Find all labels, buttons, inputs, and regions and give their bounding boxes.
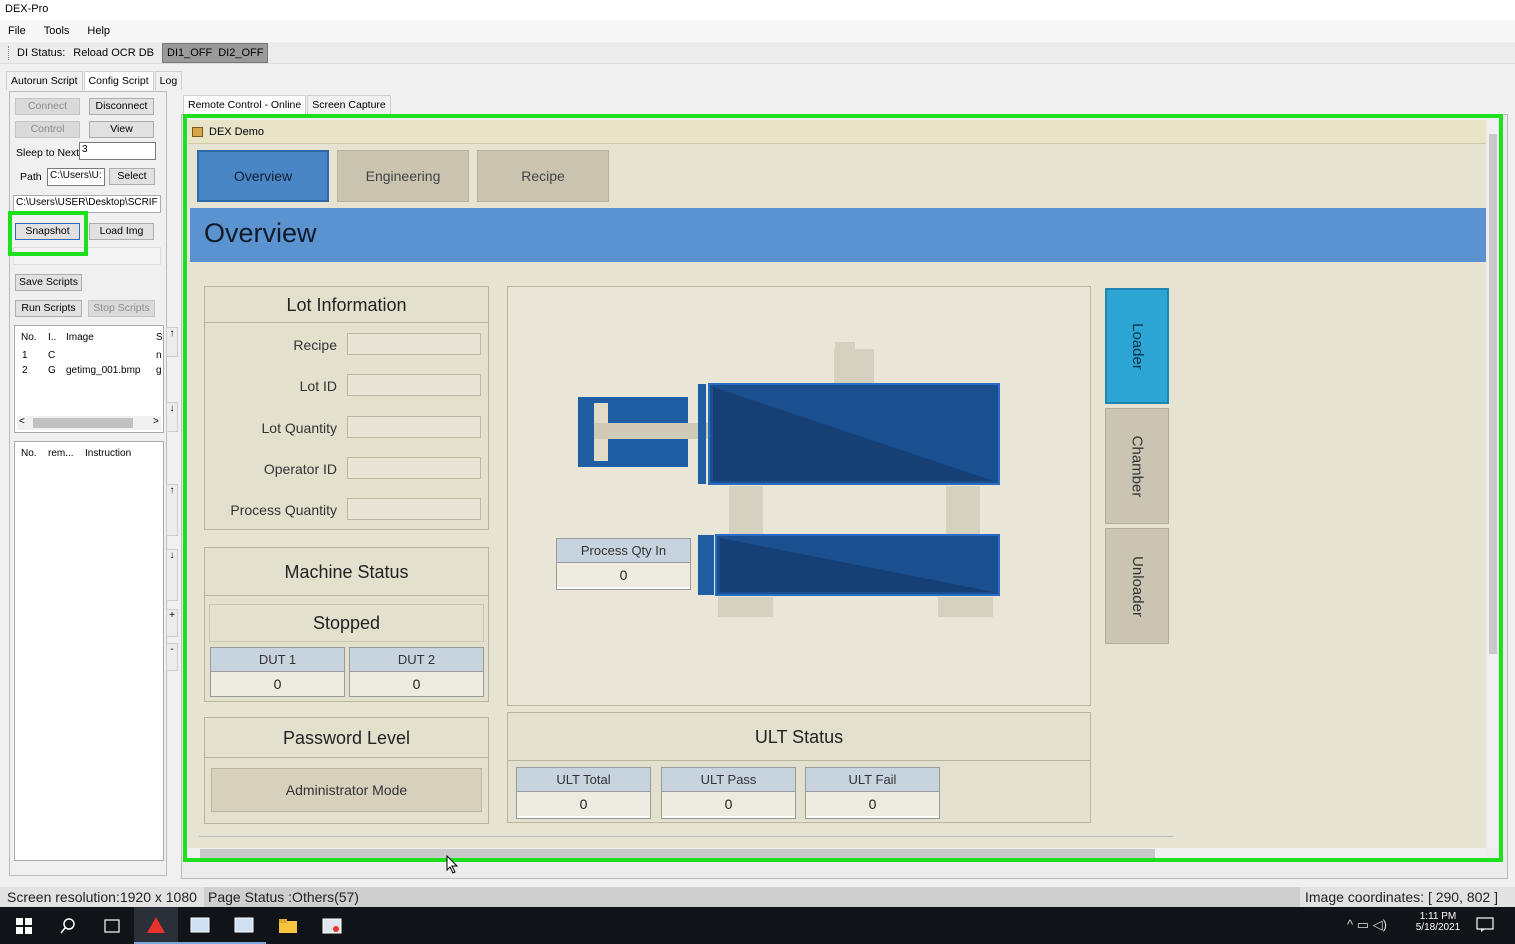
scroll-thumb[interactable]	[33, 418, 133, 428]
reload-ocr-db-button[interactable]: Reload OCR DB	[73, 47, 154, 59]
horizontal-scrollbar[interactable]: < >	[17, 416, 161, 430]
mouse-cursor-icon	[446, 855, 458, 874]
menu-tools[interactable]: Tools	[44, 25, 70, 37]
search-icon[interactable]	[46, 907, 90, 944]
di-indicator: DI1_OFF DI2_OFF	[162, 42, 269, 63]
screen-resolution: Screen resolution:1920 x 1080	[7, 889, 197, 905]
snapshot-highlight	[8, 211, 88, 256]
scroll-right-icon[interactable]: >	[153, 416, 159, 427]
taskbar: ^ ▭ ◁) 1:11 PM 5/18/2021	[0, 907, 1515, 944]
remove-instruction-button[interactable]: -	[166, 643, 178, 671]
control-button[interactable]: Control	[15, 121, 80, 138]
move-down-button[interactable]: ↓	[166, 402, 178, 432]
remote-tabs: Remote Control - Online Screen Capture	[183, 95, 392, 114]
row2-no[interactable]: 2	[22, 365, 28, 376]
tab-screen-capture[interactable]: Screen Capture	[307, 95, 391, 114]
row1-s[interactable]: n	[156, 350, 162, 361]
remote-app-icon[interactable]	[310, 907, 354, 944]
view-button[interactable]: View	[89, 121, 154, 138]
window-title: DEX-Pro	[0, 0, 1515, 20]
row2-i[interactable]: G	[48, 365, 56, 376]
windows-start-icon[interactable]	[2, 907, 46, 944]
status-bar: Screen resolution:1920 x 1080 Page Statu…	[0, 887, 1515, 907]
select-button[interactable]: Select	[109, 168, 155, 185]
page-status: Page Status :Others(57)	[204, 887, 1300, 907]
di2-status: DI2_OFF	[218, 46, 264, 59]
row1-no[interactable]: 1	[22, 350, 28, 361]
tab-remote-control[interactable]: Remote Control - Online	[183, 95, 307, 114]
menu-bar: File Tools Help	[0, 20, 1515, 42]
instr-up-button[interactable]: ↑	[166, 484, 178, 536]
toolbar: DI Status: Reload OCR DB DI1_OFF DI2_OFF	[0, 42, 1515, 64]
toolbar-grip	[8, 45, 9, 60]
disconnect-button[interactable]: Disconnect	[89, 98, 154, 115]
clock-date: 5/18/2021	[1415, 922, 1461, 933]
system-tray-icons[interactable]: ^ ▭ ◁)	[1347, 917, 1387, 933]
di1-status: DI1_OFF	[167, 46, 213, 59]
col-image: Image	[66, 332, 94, 343]
col-no: No.	[21, 332, 37, 343]
instr-down-button[interactable]: ↓	[166, 549, 178, 601]
row2-image[interactable]: getimg_001.bmp	[66, 365, 141, 376]
clock[interactable]: 1:11 PM 5/18/2021	[1412, 911, 1464, 933]
menu-file[interactable]: File	[8, 25, 26, 37]
col-s: S	[156, 332, 163, 343]
stop-scripts-button[interactable]: Stop Scripts	[88, 300, 155, 317]
tab-autorun-script[interactable]: Autorun Script	[6, 71, 83, 90]
col-rem: rem...	[48, 448, 74, 459]
tab-log[interactable]: Log	[154, 71, 183, 90]
instruction-list[interactable]: No. rem... Instruction	[14, 441, 164, 861]
sleep-input[interactable]: 3	[79, 142, 156, 160]
load-img-button[interactable]: Load Img	[89, 223, 154, 240]
config-script-panel: Connect Disconnect Control View Sleep to…	[9, 91, 178, 876]
col-instruction: Instruction	[85, 448, 132, 459]
capture-highlight	[183, 114, 1503, 862]
notification-icon[interactable]	[1476, 917, 1494, 936]
tab-config-script[interactable]: Config Script	[83, 71, 154, 90]
row2-s[interactable]: g	[156, 365, 162, 376]
left-tabs: Autorun Script Config Script Log	[6, 71, 183, 90]
save-scripts-button[interactable]: Save Scripts	[15, 274, 82, 291]
file-explorer-icon[interactable]	[266, 907, 310, 944]
add-instruction-button[interactable]: +	[166, 609, 178, 637]
script-list[interactable]: No. I.. Image S 1 C n 2 G getimg_001.bmp…	[14, 325, 164, 433]
path-label: Path	[20, 171, 42, 183]
sleep-label: Sleep to Next	[16, 147, 80, 159]
image-coordinates: Image coordinates: [ 290, 802 ]	[1304, 889, 1498, 905]
scroll-left-icon[interactable]: <	[19, 416, 25, 427]
app-window-icon-2[interactable]	[222, 907, 266, 944]
app-window-icon[interactable]	[178, 907, 222, 944]
clock-time: 1:11 PM	[1419, 911, 1457, 922]
col-no: No.	[21, 448, 37, 459]
di-status-label: DI Status:	[17, 46, 66, 59]
move-up-button[interactable]: ↑	[166, 327, 178, 357]
dex-pro-app-icon[interactable]	[134, 907, 178, 944]
connect-button[interactable]: Connect	[15, 98, 80, 115]
path-input[interactable]: C:\Users\U:	[47, 168, 105, 186]
col-i: I..	[48, 332, 57, 343]
menu-help[interactable]: Help	[87, 25, 110, 37]
run-scripts-button[interactable]: Run Scripts	[15, 300, 82, 317]
task-view-icon[interactable]	[90, 907, 134, 944]
row1-i[interactable]: C	[48, 350, 55, 361]
